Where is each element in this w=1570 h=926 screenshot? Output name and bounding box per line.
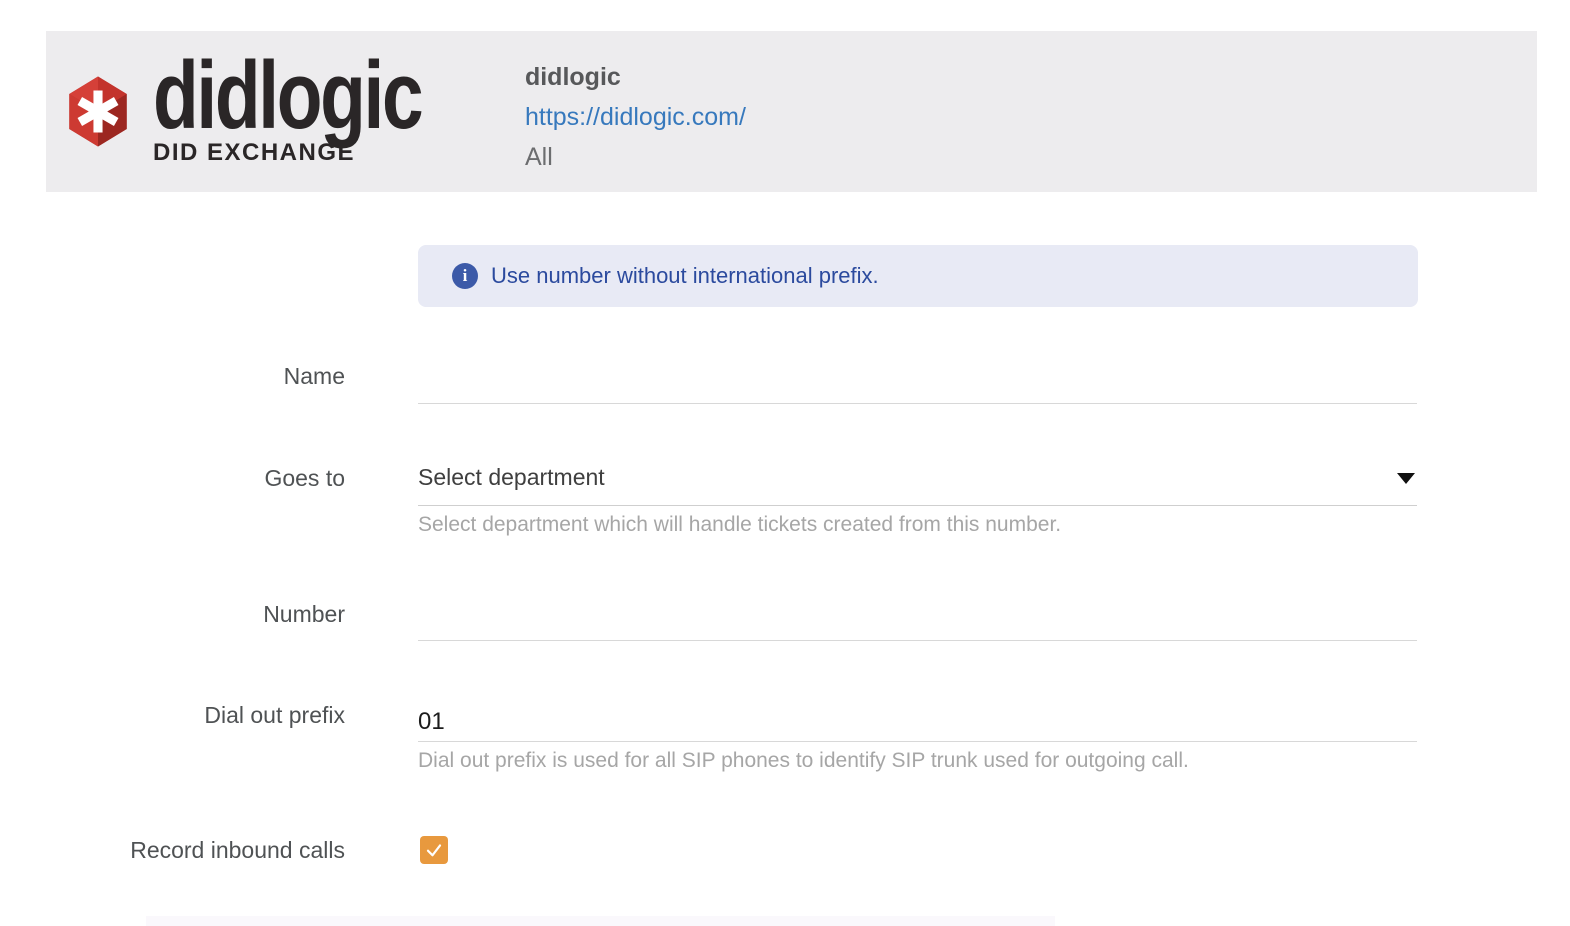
record-inbound-calls-checkbox[interactable] [420,836,448,864]
name-field [418,364,1417,404]
department-select[interactable]: Select department [418,464,1417,506]
number-input[interactable] [418,601,1417,641]
info-banner-text: Use number without international prefix. [491,263,879,288]
record-inbound-calls-label: Record inbound calls [130,837,345,863]
dial-out-prefix-label: Dial out prefix [204,702,345,728]
site-header: didlogic DID EXCHANGE didlogic https://d… [46,31,1537,192]
goes-to-label: Goes to [264,465,345,491]
name-input[interactable] [418,364,1417,404]
site-info: didlogic https://didlogic.com/ All [525,57,746,177]
dial-out-prefix-field [418,702,1417,742]
info-icon: i [452,263,478,289]
department-select-value: Select department [418,464,605,490]
check-icon [426,844,442,857]
dial-out-prefix-input[interactable] [418,702,1417,742]
site-scope: All [524,143,553,171]
site-name: didlogic [524,63,621,91]
number-field [418,601,1417,641]
logo-wordmark: didlogic [153,41,424,149]
info-banner: i Use number without international prefi… [418,245,1418,307]
didlogic-logo: didlogic DID EXCHANGE [63,41,497,167]
chevron-down-icon [1397,473,1415,484]
number-label: Number [263,601,345,627]
didlogic-hex-icon [69,76,127,147]
dial-out-prefix-helper: Dial out prefix is used for all SIP phon… [418,749,1189,772]
name-label: Name [283,363,345,389]
goes-to-helper: Select department which will handle tick… [418,513,1062,536]
site-url-link[interactable]: https://didlogic.com/ [525,97,746,137]
wordmark-block: didlogic DID EXCHANGE [153,41,497,167]
below-fold-element-edge [146,916,1055,926]
